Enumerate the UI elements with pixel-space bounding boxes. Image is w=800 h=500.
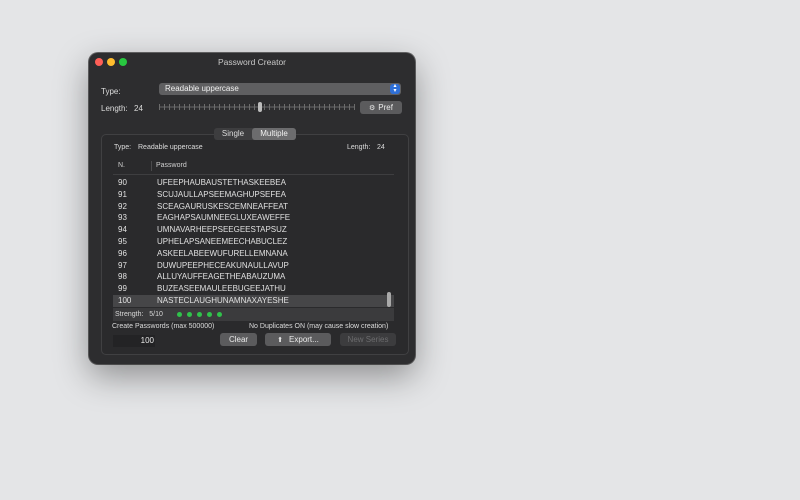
share-icon: ⬆	[277, 337, 284, 344]
summary-type-label: Type:	[114, 144, 132, 151]
strength-dot	[197, 312, 202, 317]
scrollbar-thumb[interactable]	[387, 292, 391, 307]
row-number: 96	[118, 248, 127, 258]
strength-dot	[207, 312, 212, 317]
row-number: 97	[118, 260, 127, 270]
export-button-label: Export...	[289, 335, 319, 344]
strength-dot	[177, 312, 182, 317]
type-label: Type:	[101, 87, 121, 96]
clear-button[interactable]: Clear	[220, 333, 257, 346]
password-creator-window: Password Creator Type: Readable uppercas…	[89, 53, 415, 364]
segment-multiple[interactable]: Multiple	[252, 128, 296, 140]
row-number: 94	[118, 225, 127, 235]
row-number: 100	[118, 295, 132, 305]
row-number: 95	[118, 236, 127, 246]
table-row[interactable]: 91 SCUJAULLAPSEEMAGHUPSEFEA	[113, 189, 394, 201]
summary-length-value: 24	[377, 144, 385, 151]
summary-type-value: Readable uppercase	[138, 144, 203, 151]
minimize-window-button[interactable]	[107, 58, 115, 66]
row-password: SCUJAULLAPSEEMAGHUPSEFEA	[157, 189, 286, 199]
table-row[interactable]: 94 UMNAVARHEEPSEEGEESTAPSUZ	[113, 224, 394, 236]
table-row[interactable]: 92 SCEAGAURUSKESCEMNEAFFEAT	[113, 201, 394, 213]
table-row[interactable]: 95 UPHELAPSANEEMEECHABUCLEZ	[113, 236, 394, 248]
table-row[interactable]: 96 ASKEELABEEWUFURELLEMNANA	[113, 248, 394, 260]
row-password: ASKEELABEEWUFURELLEMNANA	[157, 248, 288, 258]
new-series-button: New Series	[340, 333, 396, 346]
row-password: BUZEASEEMAULEEBUGEEJATHU	[157, 284, 286, 294]
type-popup-value: Readable uppercase	[165, 84, 239, 93]
passwords-table[interactable]: N. Password 90 UFEEPHAUBAUSTETHASKEEBEA 91…	[113, 158, 394, 308]
pref-button[interactable]: ⚙ Pref	[360, 101, 402, 114]
row-password: UPHELAPSANEEMEECHABUCLEZ	[157, 236, 288, 246]
table-scrollbar[interactable]	[387, 177, 392, 307]
row-number: 92	[118, 201, 127, 211]
column-header-number[interactable]: N.	[118, 158, 125, 174]
mode-segmented-control[interactable]: Single Multiple	[214, 128, 296, 140]
table-row[interactable]: 99 BUZEASEEMAULEEBUGEEJATHU	[113, 283, 394, 295]
table-row[interactable]: 100 NASTECLAUGHUNAMNAXAYESHE	[113, 294, 394, 307]
column-separator	[151, 161, 152, 171]
slider-ticks	[159, 104, 355, 110]
create-passwords-label: Create Passwords (max 500000)	[112, 323, 215, 330]
type-popup-button[interactable]: Readable uppercase ▴ ▾	[159, 83, 401, 95]
row-password: SCEAGAURUSKESCEMNEAFFEAT	[157, 201, 288, 211]
segment-single[interactable]: Single	[214, 128, 252, 140]
zoom-window-button[interactable]	[119, 58, 127, 66]
row-password: NASTECLAUGHUNAMNAXAYESHE	[157, 295, 289, 305]
close-window-button[interactable]	[95, 58, 103, 66]
quantity-field[interactable]: 100	[113, 335, 155, 347]
strength-dot	[187, 312, 192, 317]
row-password: ALLUYAUFFEAGETHEABAUZUMA	[157, 272, 286, 282]
window-title: Password Creator	[217, 57, 287, 67]
summary-length-label: Length:	[347, 144, 371, 151]
row-number: 99	[118, 284, 127, 294]
row-number: 90	[118, 178, 127, 187]
row-password: EAGHAPSAUMNEEGLUXEAWEFFE	[157, 213, 291, 223]
length-value: 24	[134, 104, 143, 113]
slider-knob[interactable]	[258, 102, 262, 112]
duplicates-note: No Duplicates ON (may cause slow creatio…	[249, 323, 389, 330]
strength-label: Strength: 5/10	[115, 311, 163, 318]
row-number: 98	[118, 272, 127, 282]
strength-value: 5/10	[149, 311, 163, 318]
table-rows: 90 UFEEPHAUBAUSTETHASKEEBEA 91 SCUJAULLAPSE…	[113, 177, 394, 307]
column-header-password[interactable]: Password	[156, 158, 187, 174]
table-header: N. Password	[113, 158, 394, 175]
length-label: Length:	[101, 104, 128, 113]
export-button[interactable]: ⬆ Export...	[265, 333, 331, 346]
pref-button-label: Pref	[378, 103, 393, 112]
gear-icon: ⚙	[369, 105, 376, 112]
strength-bar: Strength: 5/10	[113, 308, 394, 321]
length-slider[interactable]	[159, 102, 355, 112]
table-row[interactable]: 98 ALLUYAUFFEAGETHEABAUZUMA	[113, 271, 394, 283]
table-row[interactable]: 93 EAGHAPSAUMNEEGLUXEAWEFFE	[113, 212, 394, 224]
row-password: DUWUPEEPHECEAKUNAULLAVUP	[157, 260, 289, 270]
strength-dot	[217, 312, 222, 317]
row-number: 93	[118, 213, 127, 223]
chevron-updown-icon: ▴ ▾	[390, 83, 400, 94]
row-number: 91	[118, 189, 127, 199]
table-row[interactable]: 90 UFEEPHAUBAUSTETHASKEEBEA	[113, 177, 394, 189]
table-row[interactable]: 97 DUWUPEEPHECEAKUNAULLAVUP	[113, 260, 394, 272]
row-password: UMNAVARHEEPSEEGEESTAPSUZ	[157, 225, 287, 235]
title-bar[interactable]: Password Creator	[89, 53, 415, 72]
row-password: UFEEPHAUBAUSTETHASKEEBEA	[157, 178, 286, 187]
